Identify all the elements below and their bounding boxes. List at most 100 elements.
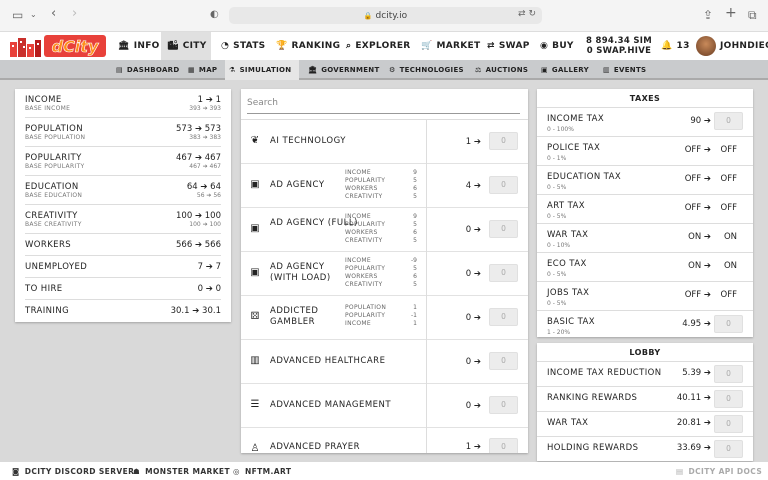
reload-icon[interactable]: ⇄ ↻ (518, 9, 536, 19)
lock-icon: 🔒 (363, 11, 373, 20)
dice-icon: ⚄ (250, 311, 260, 322)
nav-city[interactable]: 🏙 CITY (161, 32, 211, 60)
subnav-government[interactable]: 🏛 GOVERNMENT (304, 60, 384, 80)
lobby-heading: LOBBY (537, 343, 753, 362)
nav-info[interactable]: 🏛 INFO (112, 32, 166, 60)
subnav-map[interactable]: ▦ MAP (184, 60, 221, 80)
stat-subvalue: 467 ➔ 467 (189, 163, 221, 170)
stat-income: INCOME BASE INCOME 1 ➔ 1 393 ➔ 393 (25, 89, 221, 118)
notif-count: 13 (676, 41, 690, 51)
chart-pie-icon: ◔ (221, 41, 230, 51)
stat-value: 573 ➔ 573 (176, 124, 221, 134)
tax-toggle[interactable]: OFF (721, 145, 737, 155)
api-docs-link[interactable]: ▤ DCITY API DOCS (676, 462, 762, 480)
tax-row: EDUCATION TAX 0 - 5% OFF ➔ OFF (537, 166, 753, 195)
subnav-technologies[interactable]: ⚙ TECHNOLOGIES (385, 60, 468, 80)
effect-values: 9565 (413, 213, 417, 244)
lobby-title: RANKING REWARDS (547, 393, 638, 403)
bell-icon: 🔔 (661, 41, 673, 51)
card-row: ♙ ADVANCED PRAYER 1 ➔ 0 (241, 428, 528, 453)
calendar-icon: ▥ (603, 66, 610, 74)
nav-explorer[interactable]: ⌕ EXPLORER (340, 32, 417, 60)
monster-market-link[interactable]: ☗ MONSTER MARKET (133, 462, 230, 480)
tabs-overview-icon[interactable]: ⧉ (748, 8, 757, 23)
stat-subvalue: 100 ➔ 100 (189, 221, 221, 228)
lobby-input[interactable]: 0 (714, 365, 743, 383)
card-input[interactable]: 0 (489, 438, 518, 453)
nav-ranking[interactable]: 🏆 RANKING (270, 32, 346, 60)
chevron-down-icon[interactable]: ⌄ (30, 10, 37, 19)
subnav-events[interactable]: ▥ EVENTS (599, 60, 650, 80)
stat-title: CREATIVITY (25, 211, 78, 221)
address-bar[interactable]: 🔒 dcity.io ⇄ ↻ (229, 7, 542, 24)
nftm-link[interactable]: ◎ NFTM.ART (233, 462, 291, 480)
tax-title: BASIC TAX (547, 317, 595, 327)
gavel-icon: ⚖ (475, 66, 482, 74)
discord-label: DCITY DISCORD SERVER (24, 466, 135, 476)
tax-toggle[interactable]: ON (724, 232, 737, 242)
tax-row: ECO TAX 0 - 5% ON ➔ ON (537, 253, 753, 282)
tax-row: JOBS TAX 0 - 5% OFF ➔ OFF (537, 282, 753, 311)
new-tab-icon[interactable]: + (725, 5, 737, 21)
lobby-row: RANKING REWARDS 40.11 ➔ 0 (537, 387, 753, 412)
card-input[interactable]: 0 (489, 132, 518, 150)
card-row: ▣ AD AGENCY (WITH LOAD) INCOME POPULARITY… (241, 252, 528, 296)
divider (426, 428, 427, 453)
nav-market[interactable]: 🛒 MARKET (415, 32, 486, 60)
card-row: ▣ AD AGENCY (FULL) INCOME POPULARITY WORKE… (241, 208, 528, 252)
subnav-events-label: EVENTS (613, 66, 647, 74)
trophy-icon: 🏆 (276, 41, 288, 51)
tax-toggle[interactable]: ON (724, 261, 737, 271)
bank-icon: 🏛 (118, 41, 130, 51)
effect-labels: INCOME POPULARITY WORKERS CREATIVITY (345, 257, 386, 288)
divider (426, 252, 427, 296)
card-input[interactable]: 0 (489, 264, 518, 282)
card-input[interactable]: 0 (489, 220, 518, 238)
browser-toolbar: ▭ ⌄ ‹ › ◐ 🔒 dcity.io ⇄ ↻ ⇪ + ⧉ (0, 0, 768, 32)
nav-buy[interactable]: ◉ BUY (534, 32, 580, 60)
lobby-input[interactable]: 0 (714, 390, 743, 408)
card-input[interactable]: 0 (489, 176, 518, 194)
tax-input[interactable]: 0 (714, 315, 743, 333)
lobby-input[interactable]: 0 (714, 415, 743, 433)
share-icon[interactable]: ⇪ (703, 8, 713, 22)
lobby-value: 20.81 ➔ (676, 418, 711, 428)
tax-toggle[interactable]: OFF (721, 174, 737, 184)
tax-row: INCOME TAX 0 - 100% 90 ➔ 0 (537, 108, 753, 137)
monster-icon: ☗ (133, 466, 141, 476)
card-input[interactable]: 0 (489, 352, 518, 370)
card-input[interactable]: 0 (489, 308, 518, 326)
subnav-auctions[interactable]: ⚖ AUCTIONS (471, 60, 532, 80)
search-input[interactable]: Search (247, 94, 520, 114)
nav-swap[interactable]: ⇄ SWAP (481, 32, 536, 60)
card-input[interactable]: 0 (489, 396, 518, 414)
discord-link[interactable]: ◙ DCITY DISCORD SERVER (12, 462, 134, 480)
forward-icon[interactable]: › (72, 6, 77, 21)
subnav-simulation[interactable]: ⚗ SIMULATION (225, 60, 299, 80)
subnav-dashboard[interactable]: ▤ DASHBOARD (112, 60, 183, 80)
nav-swap-label: SWAP (498, 41, 530, 51)
effect-values: 1 -1 1 (411, 304, 417, 327)
stat-unemployed: UNEMPLOYED 7 ➔ 7 (25, 256, 221, 278)
dcity-logo[interactable]: dCity (8, 34, 108, 58)
nav-stats[interactable]: ◔ STATS (215, 32, 271, 60)
stat-creativity: CREATIVITY BASE CREATIVITY 100 ➔ 100 100 ➔ … (25, 205, 221, 234)
card-name: ADVANCED MANAGEMENT (270, 400, 392, 410)
user-menu[interactable]: JOHNDIEO (690, 32, 768, 60)
brain-icon: ❦ (250, 135, 260, 146)
cog-icon: ⚙ (389, 66, 396, 74)
tax-toggle[interactable]: OFF (721, 290, 737, 300)
lobby-input[interactable]: 0 (714, 440, 743, 458)
sidebar-icon[interactable]: ▭ (12, 8, 23, 22)
ad-icon: ▣ (250, 179, 260, 190)
subnav-gallery[interactable]: ▣ GALLERY (537, 60, 593, 80)
tax-input[interactable]: 0 (714, 112, 743, 130)
shield-icon[interactable]: ◐ (210, 9, 219, 20)
card-count: 1 ➔ (465, 442, 481, 452)
nftm-icon: ◎ (233, 466, 240, 476)
tax-title: INCOME TAX (547, 114, 605, 124)
api-label: DCITY API DOCS (688, 466, 763, 476)
tax-toggle[interactable]: OFF (721, 203, 737, 213)
back-icon[interactable]: ‹ (51, 6, 56, 21)
lobby-title: HOLDING REWARDS (547, 443, 639, 453)
